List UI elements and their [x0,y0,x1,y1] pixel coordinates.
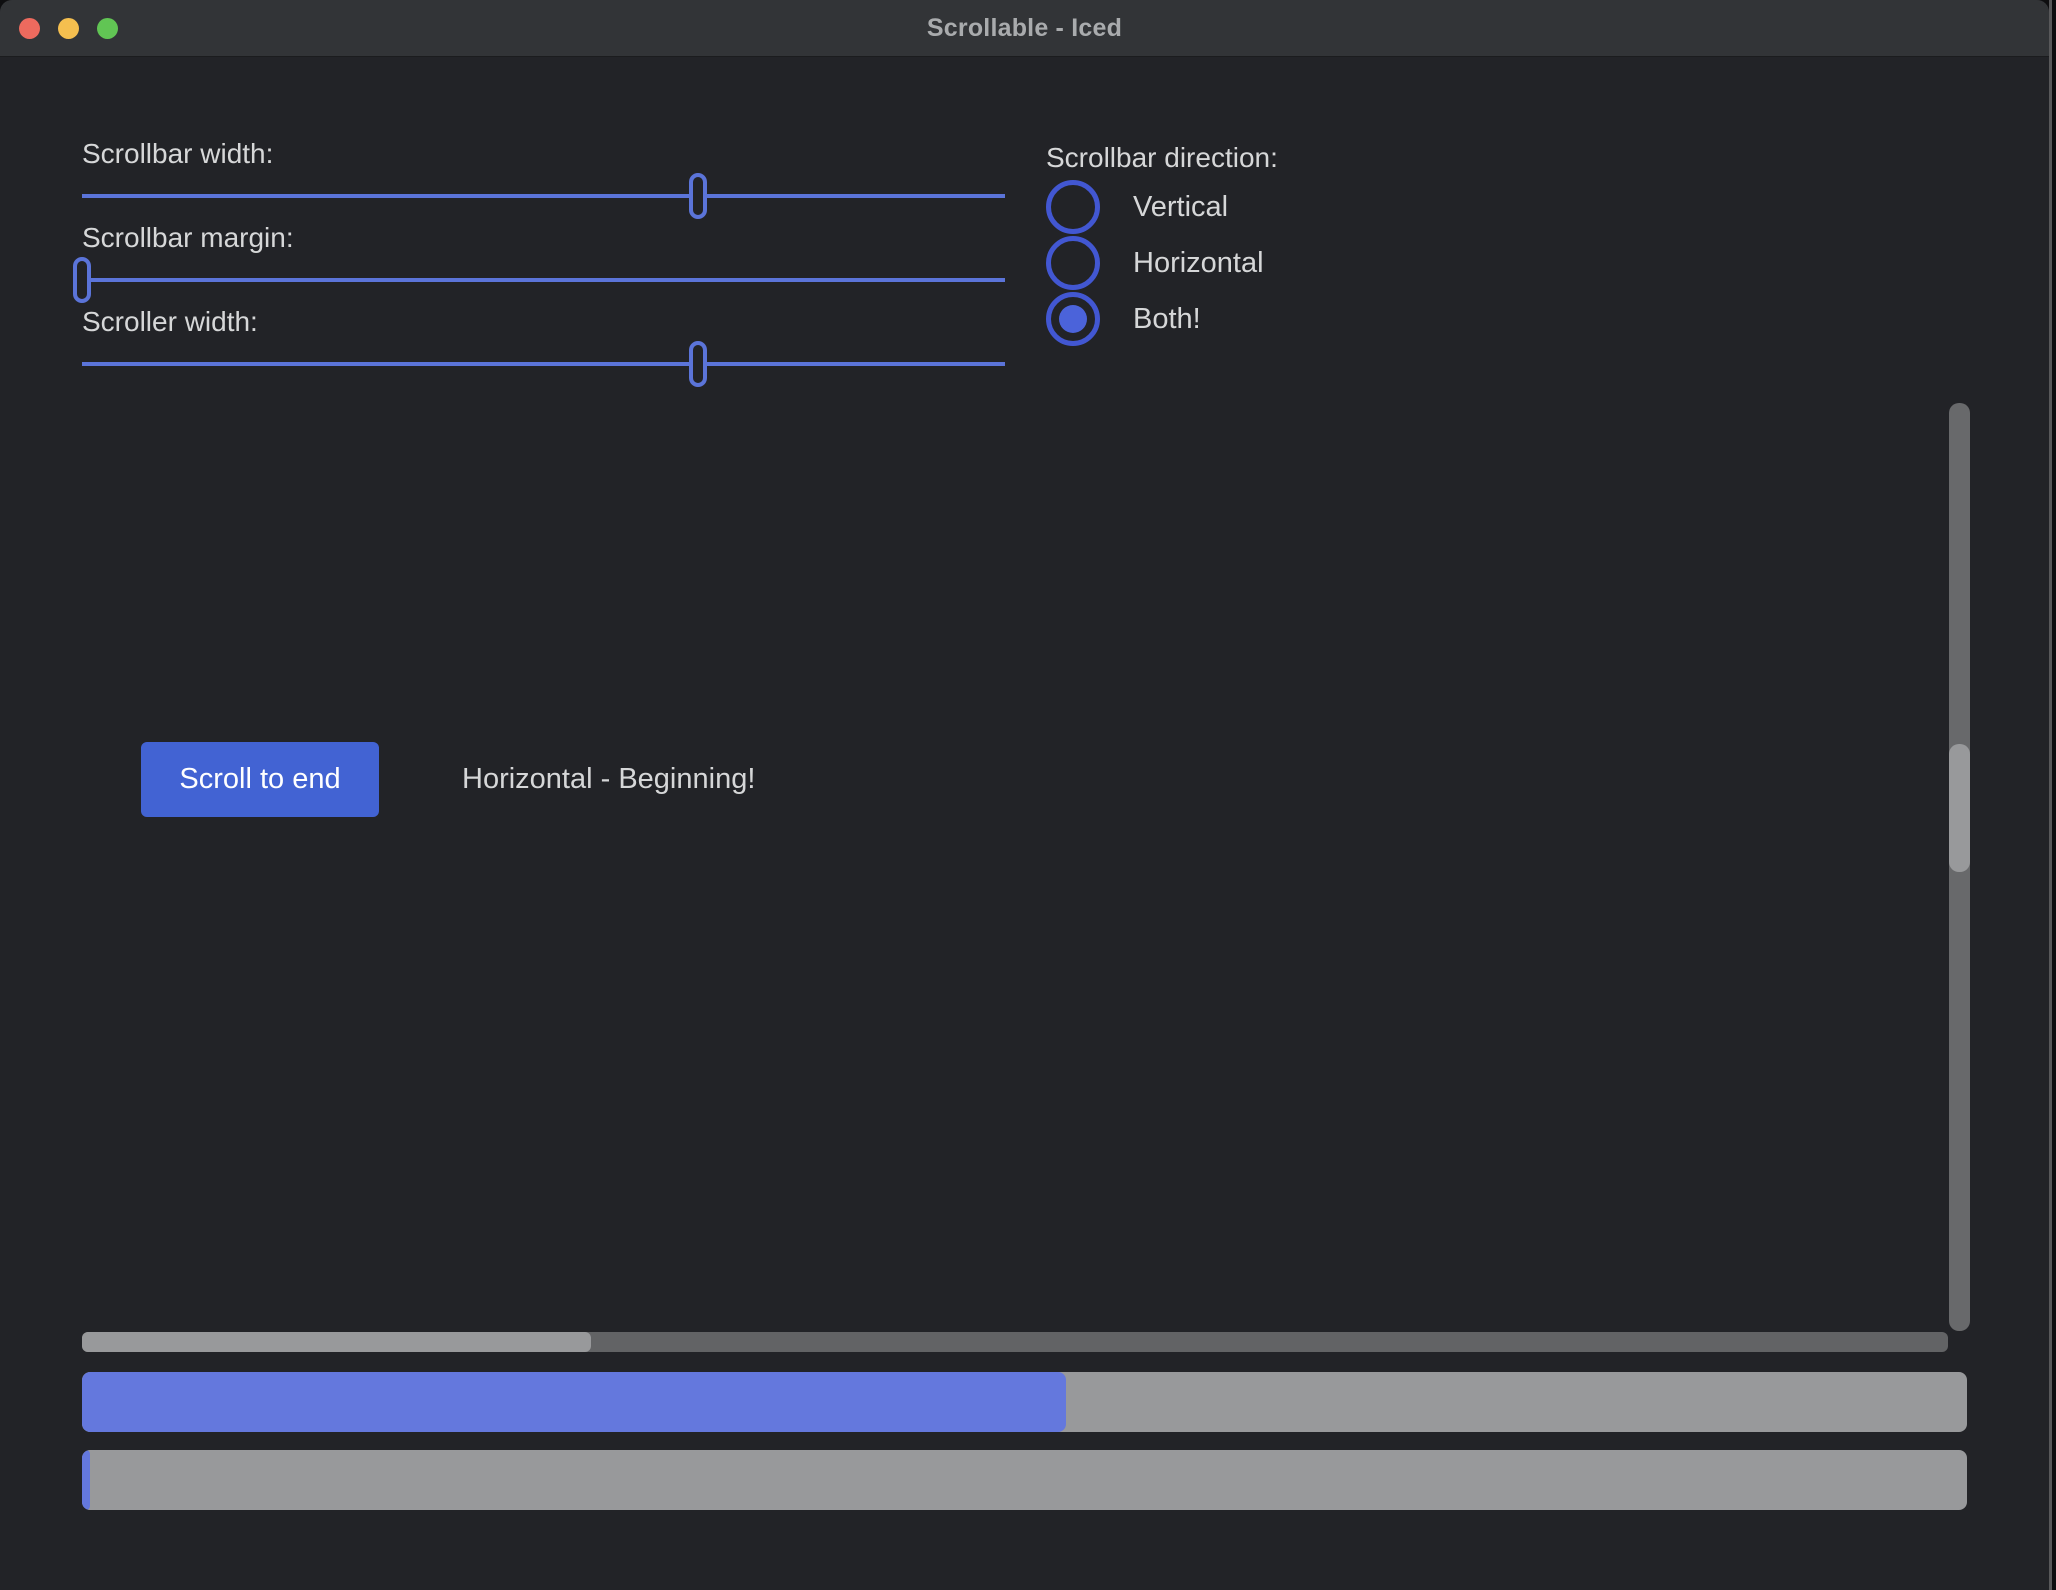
radio-option[interactable]: Horizontal [1046,235,1278,291]
slider-row: Scrollbar width: [82,136,1005,220]
vertical-progress-bar [82,1450,1967,1510]
slider-row: Scroller width: [82,304,1005,388]
traffic-lights [19,0,118,57]
app-window: Scrollable - Iced Scrollbar width: Scrol… [0,0,2049,1590]
vertical-scrollbar-thumb[interactable] [1949,744,1970,872]
radio-option-label: Vertical [1133,191,1228,224]
horizontal-scrollbar-thumb[interactable] [82,1332,591,1352]
radio-circle-icon[interactable] [1046,236,1100,290]
slider-label: Scrollbar margin: [82,220,1005,256]
radio-circle-icon[interactable] [1046,292,1100,346]
titlebar: Scrollable - Iced [0,0,2049,57]
scroll-to-end-button[interactable]: Scroll to end [141,742,379,817]
radio-option[interactable]: Both! [1046,291,1278,347]
window-right-edge [2049,0,2056,1590]
maximize-button[interactable] [97,18,118,39]
radio-circle-icon[interactable] [1046,180,1100,234]
radio-options: Vertical Horizontal Both! [1046,179,1278,347]
horizontal-scrollbar[interactable] [82,1332,1948,1352]
horizontal-progress-bar [82,1372,1967,1432]
slider-track[interactable] [82,194,1005,198]
radio-group-label: Scrollbar direction: [1046,140,1278,176]
minimize-button[interactable] [58,18,79,39]
slider-label: Scrollbar width: [82,136,1005,172]
slider-track[interactable] [82,278,1005,282]
content-area: Scrollbar width: Scrollbar margin: Scrol… [0,57,2049,1590]
radio-option-label: Horizontal [1133,247,1264,280]
slider-track[interactable] [82,362,1005,366]
close-button[interactable] [19,18,40,39]
radio-option[interactable]: Vertical [1046,179,1278,235]
radio-option-label: Both! [1133,303,1201,336]
slider-controls: Scrollbar width: Scrollbar margin: Scrol… [82,136,1005,388]
slider-label: Scroller width: [82,304,1005,340]
slider[interactable] [82,256,1005,304]
window-edge-line [2049,0,2052,1590]
scroll-status-text: Horizontal - Beginning! [462,742,755,817]
vertical-scrollbar[interactable] [1949,403,1970,1331]
horizontal-progress-fill [82,1372,1066,1432]
slider-row: Scrollbar margin: [82,220,1005,304]
slider-handle[interactable] [689,173,707,219]
scrollbar-direction-group: Scrollbar direction: Vertical Horizontal… [1046,140,1278,347]
window-title: Scrollable - Iced [0,14,2049,43]
slider[interactable] [82,340,1005,388]
slider[interactable] [82,172,1005,220]
slider-handle[interactable] [73,257,91,303]
vertical-progress-fill [82,1450,90,1510]
slider-handle[interactable] [689,341,707,387]
